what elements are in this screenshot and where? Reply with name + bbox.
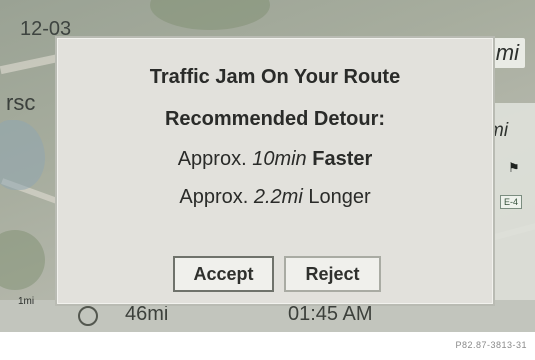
arrival-time: 01:45 AM xyxy=(288,303,373,325)
navigation-map[interactable]: 12-03 mi rsc mi ⚑ E-4 1mi 46mi 01:45 AM … xyxy=(0,0,535,332)
map-green-area xyxy=(150,0,270,30)
detour-distance-value: 2.2mi xyxy=(253,186,303,208)
map-scale: 1mi xyxy=(18,296,35,307)
detour-time-value: 10min xyxy=(252,148,307,170)
compass-icon xyxy=(78,306,98,326)
detour-time-line: Approx. 10min Faster xyxy=(57,148,493,171)
detour-distance-prefix: Approx. xyxy=(179,186,249,208)
reject-button[interactable]: Reject xyxy=(284,256,381,292)
detour-distance-line: Approx. 2.2mi Longer xyxy=(57,186,493,209)
figure-caption: P82.87-3813-31 xyxy=(455,340,527,350)
detour-distance-suffix: Longer xyxy=(308,186,371,208)
traffic-jam-dialog: Traffic Jam On Your Route Recommended De… xyxy=(55,36,495,306)
map-place-label: rsc xyxy=(6,90,36,115)
detour-time-prefix: Approx. xyxy=(177,148,247,170)
destination-flag-icon: ⚑ xyxy=(508,160,520,175)
road-badge: E-4 xyxy=(500,195,523,209)
dialog-title: Traffic Jam On Your Route xyxy=(149,66,401,88)
map-water xyxy=(0,120,45,190)
remaining-distance: 46mi xyxy=(125,303,169,325)
accept-button[interactable]: Accept xyxy=(173,256,274,292)
dialog-subtitle: Recommended Detour: xyxy=(164,108,386,130)
map-road xyxy=(0,53,61,75)
map-top-distance: mi xyxy=(489,38,525,68)
map-green-area xyxy=(0,230,45,290)
detour-time-suffix: Faster xyxy=(312,148,373,170)
dialog-buttons: Accept Reject xyxy=(173,256,381,292)
